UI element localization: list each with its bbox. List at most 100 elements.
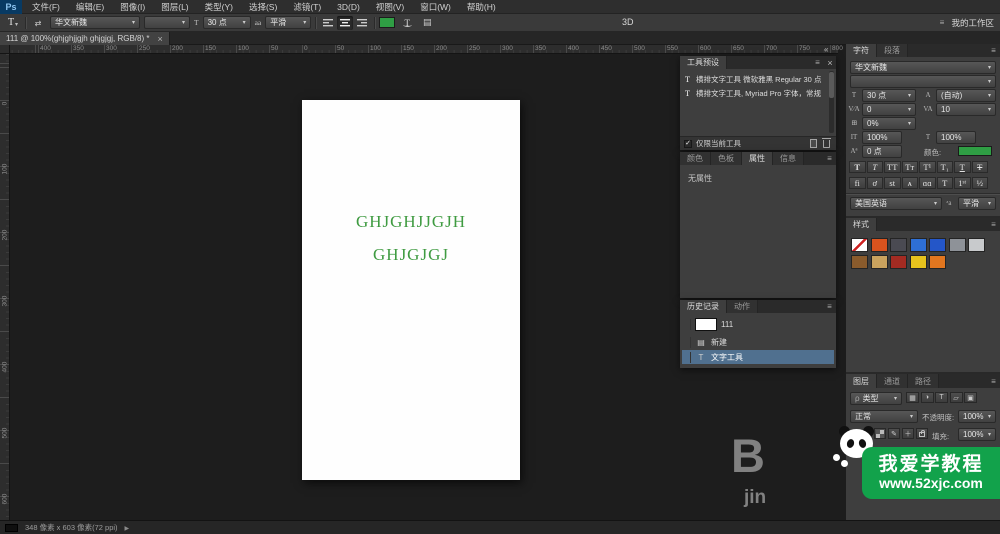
style-swatch[interactable] bbox=[910, 238, 927, 252]
lock-pixels-icon[interactable]: ✎ bbox=[888, 428, 900, 439]
panel-menu-icon[interactable] bbox=[987, 44, 1000, 57]
menu-item[interactable]: 图层(L) bbox=[153, 0, 196, 14]
zoom-field[interactable] bbox=[5, 524, 18, 532]
document-canvas[interactable]: GHJGHJJGJH GHJGJGJ bbox=[302, 100, 520, 480]
tab-actions[interactable]: 动作 bbox=[727, 300, 758, 313]
history-source-cell[interactable] bbox=[682, 337, 691, 348]
status-options-icon[interactable] bbox=[125, 523, 130, 532]
format-button[interactable]: T bbox=[954, 161, 971, 173]
menu-item[interactable]: 滤镜(T) bbox=[285, 0, 329, 14]
history-state-row-selected[interactable]: T 文字工具 bbox=[682, 350, 834, 364]
char-color-swatch[interactable] bbox=[958, 146, 992, 156]
format-button[interactable]: T₁ bbox=[937, 161, 954, 173]
format-button[interactable]: Tᴛ bbox=[902, 161, 919, 173]
opentype-button[interactable]: st bbox=[884, 177, 901, 189]
char-leading-select[interactable]: (自动) bbox=[936, 89, 996, 102]
vertical-ruler[interactable]: 0100200300400500600 bbox=[0, 54, 10, 520]
fill-select[interactable]: 100% bbox=[958, 428, 996, 441]
scrollbar-thumb[interactable] bbox=[829, 72, 834, 98]
panel-menu-icon[interactable] bbox=[987, 374, 1000, 388]
char-anti-alias-select[interactable]: 平滑 bbox=[958, 197, 996, 210]
history-state-row[interactable]: ▤ 新建 bbox=[682, 335, 834, 349]
layer-filter-icon[interactable]: T bbox=[935, 392, 948, 403]
style-swatch[interactable] bbox=[871, 255, 888, 269]
tool-presets-tab[interactable]: 工具预设 bbox=[680, 56, 727, 69]
style-swatch[interactable] bbox=[890, 238, 907, 252]
style-swatch[interactable] bbox=[949, 238, 966, 252]
menu-item[interactable]: 图像(I) bbox=[112, 0, 153, 14]
tool-preset-picker[interactable]: T bbox=[5, 16, 21, 30]
language-select[interactable]: 美国英语 bbox=[850, 197, 942, 210]
tab-info[interactable]: 信息 bbox=[773, 152, 804, 165]
font-family-select[interactable]: 华文新魏 bbox=[50, 16, 140, 29]
anti-alias-select[interactable]: 平滑 bbox=[265, 16, 311, 29]
opacity-select[interactable]: 100% bbox=[958, 410, 996, 423]
tab-paragraph[interactable]: 段落 bbox=[877, 44, 908, 57]
tab-character[interactable]: 字符 bbox=[846, 44, 877, 57]
char-proportional-select[interactable]: 0% bbox=[862, 117, 916, 130]
char-font-style-select[interactable] bbox=[850, 75, 996, 88]
opentype-button[interactable]: T bbox=[937, 177, 954, 189]
menu-item[interactable]: 视图(V) bbox=[368, 0, 412, 14]
format-button[interactable]: T bbox=[972, 161, 989, 173]
text-color-swatch[interactable] bbox=[379, 17, 395, 28]
char-kerning-select[interactable]: 0 bbox=[862, 103, 916, 116]
char-size-select[interactable]: 30 点 bbox=[862, 89, 916, 102]
tool-preset-item[interactable]: T 横排文字工具 微软雅黑 Regular 30 点 bbox=[683, 73, 827, 85]
history-source-cell[interactable] bbox=[682, 352, 691, 363]
char-vscale-field[interactable]: 100% bbox=[862, 131, 902, 144]
menu-item-3d[interactable]: 3D bbox=[622, 17, 634, 27]
style-swatch[interactable] bbox=[851, 255, 868, 269]
layer-filter-icon[interactable]: ▣ bbox=[964, 392, 977, 403]
format-button[interactable]: T¹ bbox=[919, 161, 936, 173]
tab-paths[interactable]: 路径 bbox=[908, 374, 939, 388]
tab-styles[interactable]: 样式 bbox=[846, 218, 877, 231]
style-swatch[interactable] bbox=[851, 238, 868, 252]
text-layer-line-1[interactable]: GHJGHJJGJH bbox=[302, 212, 520, 232]
format-button[interactable]: T bbox=[849, 161, 866, 173]
history-source-cell[interactable] bbox=[682, 319, 691, 330]
tab-color[interactable]: 颜色 bbox=[680, 152, 711, 165]
opentype-button[interactable]: ơ bbox=[867, 177, 884, 189]
menu-item[interactable]: 窗口(W) bbox=[412, 0, 459, 14]
tab-layers[interactable]: 图层 bbox=[846, 374, 877, 388]
collapse-dock-icon[interactable] bbox=[824, 45, 828, 54]
text-layer-line-2[interactable]: GHJGJGJ bbox=[302, 245, 520, 265]
horizontal-ruler[interactable]: 4003503002502001501005005010015020025030… bbox=[10, 45, 838, 54]
lock-position-icon[interactable]: ＋ bbox=[902, 428, 914, 439]
delete-preset-icon[interactable] bbox=[823, 140, 830, 148]
layer-filter-select[interactable]: ρ 类型 bbox=[850, 392, 902, 405]
tool-preset-item[interactable]: T 横排文字工具, Myriad Pro 字体，常规 bbox=[683, 87, 827, 99]
workspace-switcher[interactable]: 我的工作区 bbox=[935, 15, 994, 30]
tab-properties[interactable]: 属性 bbox=[742, 152, 773, 165]
menu-item[interactable]: 帮助(H) bbox=[459, 0, 504, 14]
font-style-select[interactable] bbox=[144, 16, 190, 29]
layer-filter-icon[interactable]: ▱ bbox=[950, 392, 963, 403]
ruler-origin-corner[interactable] bbox=[0, 45, 10, 54]
align-right-button[interactable] bbox=[354, 16, 370, 30]
menu-item[interactable]: 3D(D) bbox=[329, 0, 368, 14]
format-button[interactable]: TT bbox=[884, 161, 901, 173]
tab-channels[interactable]: 通道 bbox=[877, 374, 908, 388]
menu-item[interactable]: 选择(S) bbox=[241, 0, 285, 14]
style-swatch[interactable] bbox=[929, 238, 946, 252]
char-font-family-select[interactable]: 华文新魏 bbox=[850, 61, 996, 74]
opentype-button[interactable]: ɑɑ bbox=[919, 177, 936, 189]
new-preset-icon[interactable] bbox=[810, 139, 817, 148]
panel-menu-icon[interactable] bbox=[987, 218, 1000, 231]
snapshot-thumbnail[interactable] bbox=[695, 318, 717, 331]
format-button[interactable]: T bbox=[867, 161, 884, 173]
panel-menu-icon[interactable] bbox=[823, 152, 836, 165]
history-snapshot-row[interactable]: 111 bbox=[682, 316, 834, 332]
align-center-button[interactable] bbox=[337, 16, 353, 30]
style-swatch[interactable] bbox=[910, 255, 927, 269]
opentype-button[interactable]: 1ˢᵗ bbox=[954, 177, 971, 189]
opentype-button[interactable]: ½ bbox=[972, 177, 989, 189]
lock-all-icon[interactable] bbox=[916, 428, 928, 439]
opentype-button[interactable]: ᴀ bbox=[902, 177, 919, 189]
style-swatch[interactable] bbox=[871, 238, 888, 252]
char-tracking-select[interactable]: 10 bbox=[936, 103, 996, 116]
layer-filter-icon[interactable]: ◑ bbox=[921, 392, 934, 403]
layer-filter-icon[interactable]: ▦ bbox=[906, 392, 919, 403]
menu-item[interactable]: 类型(Y) bbox=[197, 0, 241, 14]
